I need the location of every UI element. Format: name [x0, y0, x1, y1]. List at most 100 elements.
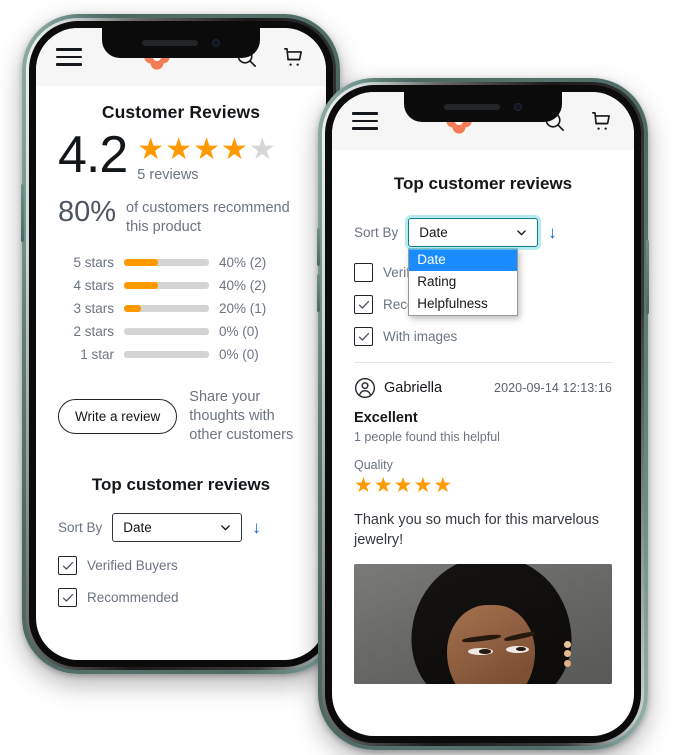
- sort-by-dropdown-menu[interactable]: Date Rating Helpfulness: [408, 248, 519, 316]
- average-star-rating: ★ ★ ★ ★ ★: [137, 135, 276, 165]
- review-attribute-stars: ★ ★ ★ ★ ★: [354, 475, 612, 496]
- sort-option-rating[interactable]: Rating: [409, 271, 517, 293]
- review-item: Gabriella 2020-09-14 12:13:16 Excellent …: [354, 363, 612, 684]
- check-icon: [358, 300, 369, 309]
- write-review-row: Write a review Share your thoughts with …: [58, 388, 304, 445]
- recommend-percent: 80%: [58, 196, 117, 228]
- rating-bar-track: [124, 282, 209, 289]
- shopping-cart-icon[interactable]: [586, 107, 614, 135]
- avatar-icon: [354, 377, 376, 399]
- star-filled-icon: ★: [354, 474, 373, 497]
- sort-by-select[interactable]: Date: [112, 513, 243, 542]
- shopping-cart-icon[interactable]: [278, 43, 306, 71]
- recommend-summary: 80% of customers recommend this product: [58, 197, 304, 237]
- star-filled-icon: ★: [137, 133, 165, 166]
- rating-bar-row[interactable]: 4 stars 40% (2): [58, 278, 304, 293]
- phone2-power-button[interactable]: [646, 240, 649, 314]
- filter-checkbox-list: Verified Buyers Recommended: [58, 556, 304, 607]
- rating-bar-label: 5 stars: [73, 255, 114, 270]
- sort-by-label: Sort By: [354, 225, 399, 240]
- write-review-helper-text: Share your thoughts with other customers: [189, 389, 294, 443]
- rating-bar-row[interactable]: 2 stars 0% (0): [58, 324, 304, 339]
- sort-by-value: Date: [123, 520, 152, 535]
- rating-bar-row[interactable]: 5 stars 40% (2): [58, 255, 304, 270]
- rating-bar-row[interactable]: 3 stars 20% (1): [58, 301, 304, 316]
- review-title: Excellent: [354, 410, 418, 426]
- hamburger-menu-icon[interactable]: [352, 112, 378, 130]
- write-review-button[interactable]: Write a review: [58, 399, 178, 434]
- phone2-content: Top customer reviews Sort By Date Date Ra…: [332, 174, 634, 684]
- checkbox-label: Verified Buyers: [87, 558, 178, 573]
- rating-bar-track: [124, 328, 209, 335]
- review-photo[interactable]: [354, 564, 612, 684]
- rating-bar-value: 0% (0): [219, 347, 259, 362]
- earpiece-speaker-icon: [444, 104, 500, 110]
- rating-bar-value: 40% (2): [219, 278, 267, 293]
- checkbox-label: Recommended: [87, 590, 179, 605]
- sort-by-select[interactable]: Date: [408, 218, 539, 247]
- average-score: 4.2: [58, 126, 128, 184]
- review-attribute-label: Quality: [354, 458, 393, 472]
- reviews-count: 5 reviews: [137, 167, 199, 183]
- review-author: Gabriella: [384, 380, 443, 396]
- star-filled-icon: ★: [373, 474, 393, 497]
- rating-bar-fill: [124, 305, 141, 312]
- sort-by-label: Sort By: [58, 520, 103, 535]
- sort-option-date[interactable]: Date: [409, 249, 518, 271]
- checkbox-box[interactable]: [58, 556, 77, 575]
- checkbox-box[interactable]: [354, 327, 373, 346]
- rating-bar-fill: [124, 259, 158, 266]
- filter-checkbox[interactable]: Recommended: [58, 588, 304, 607]
- filter-checkbox[interactable]: With images: [354, 327, 612, 346]
- star-filled-icon: ★: [221, 133, 248, 166]
- phone2-volume-up-button[interactable]: [317, 228, 320, 266]
- rating-bar-value: 20% (1): [219, 301, 267, 316]
- rating-breakdown: 5 stars 40% (2) 4 stars 40% (2) 3 stars 20% (…: [58, 255, 304, 362]
- checkbox-box[interactable]: [354, 263, 373, 282]
- rating-bar-label: 2 stars: [73, 324, 114, 339]
- score-details: ★ ★ ★ ★ ★ 5 reviews: [137, 129, 276, 184]
- sort-by-value: Date: [419, 225, 448, 240]
- page-title: Customer Reviews: [101, 102, 261, 122]
- recommend-text: of customers recommend this product: [126, 200, 290, 235]
- hamburger-menu-icon[interactable]: [56, 48, 82, 66]
- phone1-screen: Customer Reviews 4.2 ★ ★ ★ ★ ★ 5 reviews 80%…: [36, 28, 326, 660]
- phone-mockup-front: Top customer reviews Sort By Date Date Ra…: [317, 78, 649, 750]
- phone2-notch: [404, 92, 562, 122]
- top-reviews-title: Top customer reviews: [91, 475, 271, 494]
- filter-checkbox[interactable]: Verified Buyers: [58, 556, 304, 575]
- star-filled-icon: ★: [393, 474, 413, 497]
- sort-row: Sort By Date Date Rating Helpfulness ↓: [354, 218, 612, 316]
- phone-mockup-back: Customer Reviews 4.2 ★ ★ ★ ★ ★ 5 reviews 80%…: [21, 14, 340, 674]
- phone2-volume-down-button[interactable]: [317, 274, 320, 312]
- star-empty-icon: ★: [248, 133, 276, 166]
- star-filled-icon: ★: [413, 474, 433, 497]
- checkbox-box[interactable]: [58, 588, 77, 607]
- checkbox-label: With images: [383, 329, 458, 344]
- sort-direction-toggle[interactable]: ↓: [252, 519, 261, 536]
- rating-bar-row[interactable]: 1 star 0% (0): [58, 347, 304, 362]
- photo-eye-right: [506, 645, 530, 653]
- phone2-screen: Top customer reviews Sort By Date Date Ra…: [332, 92, 634, 736]
- sort-option-helpfulness[interactable]: Helpfulness: [409, 293, 517, 315]
- chevron-down-icon: [221, 525, 231, 531]
- checkbox-box[interactable]: [354, 295, 373, 314]
- photo-face: [446, 604, 535, 684]
- sort-direction-toggle[interactable]: ↓: [548, 224, 557, 241]
- rating-bar-value: 40% (2): [219, 255, 267, 270]
- chevron-down-icon: [517, 230, 527, 236]
- phone1-content: Customer Reviews 4.2 ★ ★ ★ ★ ★ 5 reviews 80%…: [36, 102, 326, 607]
- star-filled-icon: ★: [433, 474, 453, 497]
- check-icon: [62, 593, 73, 602]
- rating-summary: 4.2 ★ ★ ★ ★ ★ 5 reviews: [58, 129, 304, 183]
- phone1-side-button[interactable]: [21, 184, 24, 242]
- phone1-notch: [102, 28, 260, 58]
- rating-bar-value: 0% (0): [219, 324, 259, 339]
- rating-bar-label: 1 star: [80, 347, 114, 362]
- star-filled-icon: ★: [165, 133, 193, 166]
- earpiece-speaker-icon: [142, 40, 198, 46]
- review-helpful-count: 1 people found this helpful: [354, 430, 500, 444]
- front-camera-icon: [514, 103, 522, 111]
- check-icon: [62, 561, 73, 570]
- top-reviews-title: Top customer reviews: [393, 174, 573, 193]
